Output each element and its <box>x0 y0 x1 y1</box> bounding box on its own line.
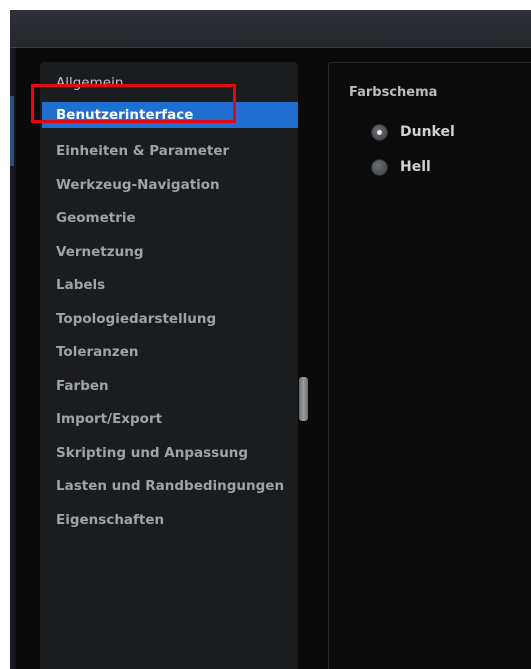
sidebar-item-benutzerinterface[interactable]: Benutzerinterface <box>42 102 298 128</box>
settings-panel: Farbschema Dunkel Hell <box>328 62 531 669</box>
sidebar-item-toleranzen[interactable]: Toleranzen <box>42 339 298 365</box>
sidebar-item-eigenschaften[interactable]: Eigenschaften <box>42 507 298 533</box>
sidebar-item-skripting-anpassung[interactable]: Skripting und Anpassung <box>42 440 298 466</box>
preferences-window: Allgemein Benutzerinterface Einheiten & … <box>10 10 531 669</box>
sidebar-item-lasten-randbedingungen[interactable]: Lasten und Randbedingungen <box>42 473 298 499</box>
sidebar-item-geometrie[interactable]: Geometrie <box>42 205 298 231</box>
sidebar-item-topologiedarstellung[interactable]: Topologiedarstellung <box>42 306 298 332</box>
radio-label-hell: Hell <box>400 159 431 175</box>
sidebar-item-werkzeug-navigation[interactable]: Werkzeug-Navigation <box>42 172 298 198</box>
sidebar-item-farben[interactable]: Farben <box>42 373 298 399</box>
radio-label-dunkel: Dunkel <box>400 124 455 140</box>
sidebar-item-labels[interactable]: Labels <box>42 272 298 298</box>
radio-option-dunkel[interactable]: Dunkel <box>371 121 455 143</box>
left-edge-panel <box>10 48 16 669</box>
radio-button-checked-icon[interactable] <box>371 123 388 141</box>
preferences-category-list: Allgemein Benutzerinterface Einheiten & … <box>40 62 298 669</box>
sidebar-item-vernetzung[interactable]: Vernetzung <box>42 239 298 265</box>
panel-splitter-handle[interactable] <box>299 377 308 421</box>
left-edge-accent <box>10 96 14 166</box>
sidebar-item-import-export[interactable]: Import/Export <box>42 406 298 432</box>
title-bar[interactable] <box>10 10 531 48</box>
radio-option-hell[interactable]: Hell <box>371 156 431 178</box>
sidebar-item-allgemein[interactable]: Allgemein <box>42 70 298 96</box>
section-title-farbschema: Farbschema <box>349 85 438 100</box>
sidebar-item-einheiten-parameter[interactable]: Einheiten & Parameter <box>42 138 298 164</box>
radio-button-unchecked-icon[interactable] <box>371 158 388 176</box>
